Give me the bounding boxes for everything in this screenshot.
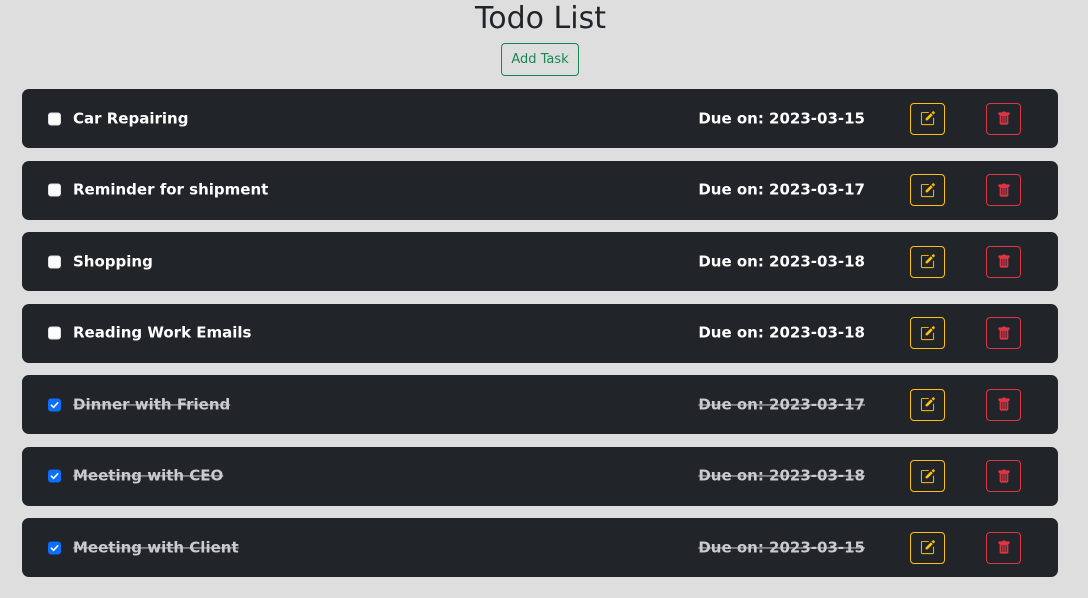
task-due-date: Due on: 2023-03-15 — [698, 108, 865, 127]
task-name: Shopping — [73, 251, 153, 270]
edit-task-button[interactable] — [910, 531, 945, 564]
task-checkbox[interactable] — [48, 541, 61, 554]
edit-task-button[interactable] — [910, 388, 945, 421]
task-list: Car Repairing Due on: 2023-03-15 Reminde… — [22, 89, 1058, 590]
pencil-square-icon — [920, 540, 935, 555]
task-due-date: Due on: 2023-03-18 — [698, 323, 865, 342]
task-checkbox[interactable] — [48, 183, 61, 197]
task-due-date: Due on: 2023-03-17 — [698, 394, 865, 413]
task-name: Meeting with Client — [73, 537, 239, 556]
task-due-date: Due on: 2023-03-17 — [698, 180, 865, 199]
task-item: Shopping Due on: 2023-03-18 — [22, 232, 1058, 291]
trash-icon — [997, 397, 1010, 411]
todo-app: Todo List Add Task Car Repairing Due on:… — [0, 0, 1088, 598]
task-checkbox[interactable] — [48, 255, 61, 268]
delete-task-button[interactable] — [986, 174, 1021, 206]
delete-task-button[interactable] — [986, 102, 1021, 135]
delete-task-button[interactable] — [986, 245, 1021, 278]
checkmark-icon — [50, 544, 59, 551]
task-name: Reminder for shipment — [73, 180, 269, 199]
task-checkbox[interactable] — [48, 112, 61, 125]
checkmark-icon — [50, 473, 59, 480]
trash-icon — [997, 111, 1010, 125]
task-due-date: Due on: 2023-03-18 — [698, 251, 865, 270]
trash-icon — [997, 326, 1010, 340]
task-due-date: Due on: 2023-03-18 — [698, 466, 865, 485]
task-item: Reading Work Emails Due on: 2023-03-18 — [22, 303, 1058, 363]
delete-task-button[interactable] — [986, 460, 1021, 492]
delete-task-button[interactable] — [986, 388, 1021, 421]
task-item: Dinner with Friend Due on: 2023-03-17 — [22, 375, 1058, 434]
page-title: Todo List — [475, 1, 606, 36]
delete-task-button[interactable] — [986, 317, 1021, 349]
edit-task-button[interactable] — [910, 245, 945, 278]
pencil-square-icon — [920, 182, 935, 197]
pencil-square-icon — [920, 468, 935, 483]
task-name: Meeting with CEO — [73, 466, 224, 485]
trash-icon — [997, 254, 1010, 268]
task-name: Dinner with Friend — [73, 394, 231, 413]
task-name: Reading Work Emails — [73, 323, 252, 342]
edit-task-button[interactable] — [910, 460, 945, 492]
task-checkbox[interactable] — [48, 326, 61, 340]
pencil-square-icon — [920, 254, 935, 269]
trash-icon — [997, 469, 1010, 483]
task-due-date: Due on: 2023-03-15 — [698, 537, 865, 556]
task-item: Meeting with CEO Due on: 2023-03-18 — [22, 446, 1058, 506]
pencil-square-icon — [920, 325, 935, 340]
edit-task-button[interactable] — [910, 102, 945, 135]
pencil-square-icon — [920, 397, 935, 412]
checkmark-icon — [50, 401, 59, 408]
trash-icon — [997, 540, 1010, 554]
trash-icon — [997, 183, 1010, 197]
task-item: Car Repairing Due on: 2023-03-15 — [22, 89, 1058, 148]
edit-task-button[interactable] — [910, 317, 945, 349]
pencil-square-icon — [920, 111, 935, 126]
add-task-button[interactable]: Add Task — [501, 43, 579, 76]
task-name: Car Repairing — [73, 108, 189, 127]
task-item: Meeting with Client Due on: 2023-03-15 — [22, 518, 1058, 577]
delete-task-button[interactable] — [986, 531, 1021, 564]
task-checkbox[interactable] — [48, 469, 61, 483]
edit-task-button[interactable] — [910, 174, 945, 206]
task-item: Reminder for shipment Due on: 2023-03-17 — [22, 160, 1058, 220]
task-checkbox[interactable] — [48, 398, 61, 411]
